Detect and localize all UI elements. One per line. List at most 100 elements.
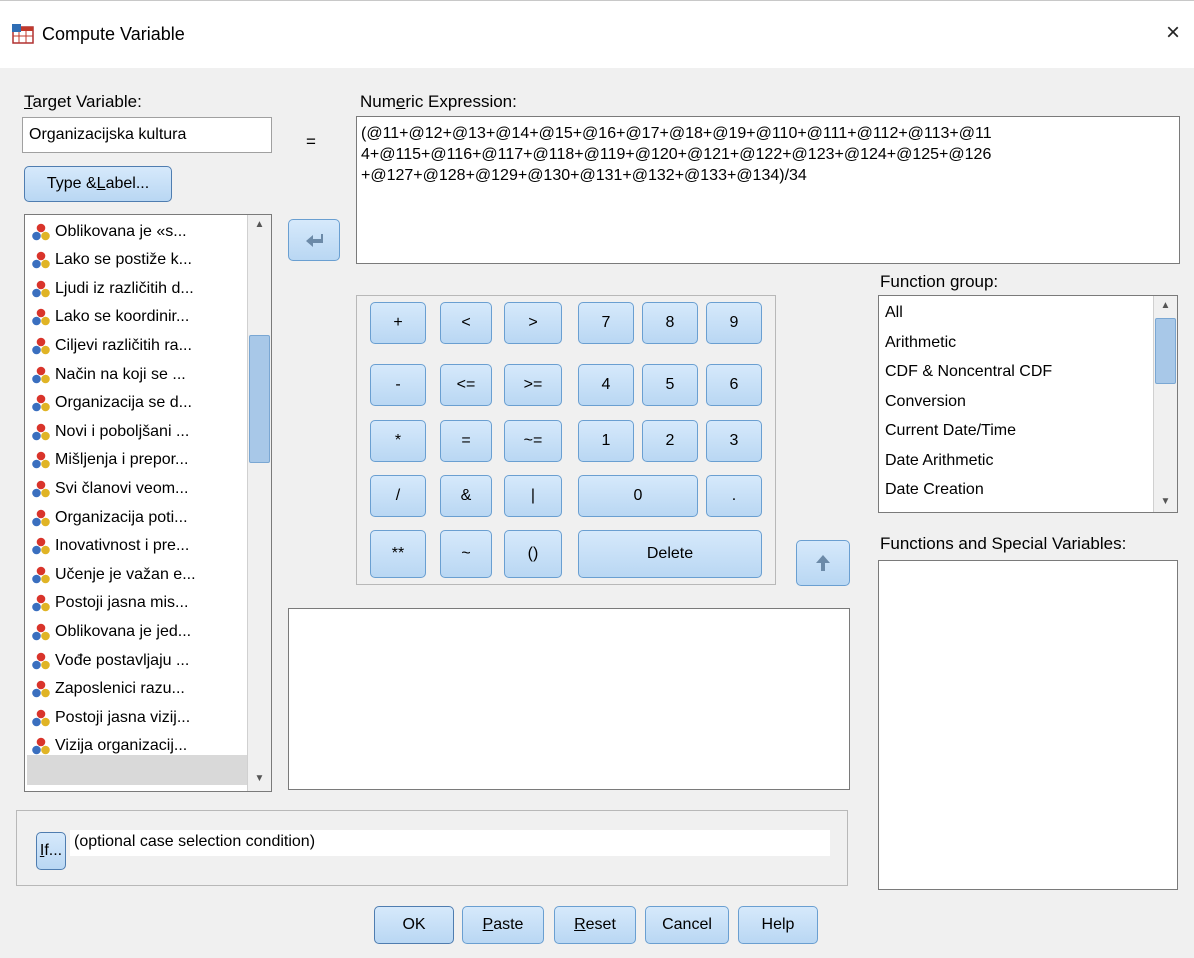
keypad-k0-button[interactable]: 0 [578, 475, 698, 517]
variable-list-scrollbar[interactable]: ▲ ▼ [247, 215, 271, 791]
nominal-variable-icon [31, 736, 51, 756]
numeric-expression-input[interactable]: (@11+@12+@13+@14+@15+@16+@17+@18+@19+@11… [356, 116, 1180, 264]
nominal-variable-icon [31, 508, 51, 528]
if-condition-text: (optional case selection condition) [70, 830, 830, 856]
keypad-le-button[interactable]: <= [440, 364, 492, 406]
scroll-down-arrow-icon[interactable]: ▼ [248, 771, 271, 787]
keypad-pow-button[interactable]: ** [370, 530, 426, 578]
nominal-variable-icon [31, 622, 51, 642]
keypad-mult-button[interactable]: * [370, 420, 426, 462]
variable-label: Ljudi iz različitih d... [55, 279, 194, 297]
variable-list-item[interactable]: Postoji jasna vizij... [31, 703, 190, 732]
cancel-button[interactable]: Cancel [645, 906, 729, 944]
variable-label: Mišljenja i prepor... [55, 451, 189, 469]
keypad-parens-button[interactable]: () [504, 530, 562, 578]
scroll-up-arrow-icon[interactable]: ▲ [1154, 298, 1177, 314]
variable-label: Novi i poboljšani ... [55, 422, 190, 440]
nominal-variable-icon [31, 336, 51, 356]
keypad-k4-button[interactable]: 4 [578, 364, 634, 406]
ok-button[interactable]: OK [374, 906, 454, 944]
keypad-k1-button[interactable]: 1 [578, 420, 634, 462]
variable-list-item[interactable]: Organizacija poti... [31, 503, 188, 532]
variable-list-item[interactable]: Ciljevi različitih ra... [31, 331, 192, 360]
keypad-k2-button[interactable]: 2 [642, 420, 698, 462]
keypad-or-button[interactable]: | [504, 475, 562, 517]
nominal-variable-icon [31, 365, 51, 385]
variable-list-item[interactable]: Mišljenja i prepor... [31, 446, 188, 475]
variable-list-item[interactable]: Inovativnost i pre... [31, 532, 189, 561]
keypad-ne-button[interactable]: ~= [504, 420, 562, 462]
keypad-k7-button[interactable]: 7 [578, 302, 634, 344]
nominal-variable-icon [31, 593, 51, 613]
keypad-k6-button[interactable]: 6 [706, 364, 762, 406]
variable-list-item[interactable]: Oblikovana je jed... [31, 617, 191, 646]
type-label-button[interactable]: Type & Label... [24, 166, 172, 202]
keypad-lt-button[interactable]: < [440, 302, 492, 344]
help-button[interactable]: Help [738, 906, 818, 944]
function-group-item[interactable]: CDF & Noncentral CDF [885, 363, 1052, 381]
variable-list-item[interactable]: Oblikovana je «s... [31, 217, 187, 246]
variable-list-item[interactable]: Lako se postiže k... [31, 246, 192, 275]
variable-list-item[interactable]: Zaposlenici razu... [31, 675, 185, 704]
keypad-k5-button[interactable]: 5 [642, 364, 698, 406]
variable-list-item[interactable]: Način na koji se ... [31, 360, 186, 389]
function-group-item[interactable]: Arithmetic [885, 334, 956, 352]
keypad-eq-button[interactable]: = [440, 420, 492, 462]
scroll-thumb[interactable] [1155, 318, 1176, 384]
function-group-scrollbar[interactable]: ▲ ▼ [1153, 296, 1177, 512]
keypad-k9-button[interactable]: 9 [706, 302, 762, 344]
function-group-item[interactable]: Date Arithmetic [885, 452, 993, 470]
if-button[interactable]: If... [36, 832, 66, 870]
variable-list-item[interactable]: Svi članovi veom... [31, 474, 188, 503]
window-title: Compute Variable [42, 24, 185, 44]
target-variable-input[interactable]: Organizacijska kultura [22, 117, 272, 153]
nominal-variable-icon [31, 708, 51, 728]
nominal-variable-icon [31, 222, 51, 242]
nominal-variable-icon [31, 450, 51, 470]
scroll-thumb[interactable] [249, 335, 270, 463]
variable-label: Postoji jasna mis... [55, 594, 189, 612]
variable-list-item[interactable]: Postoji jasna mis... [31, 589, 188, 618]
function-group-item[interactable]: Date Creation [885, 481, 984, 499]
functions-special-list[interactable] [878, 560, 1178, 890]
scroll-down-arrow-icon[interactable]: ▼ [1154, 494, 1177, 510]
variable-list[interactable]: Oblikovana je «s... Lako se postiže k... L… [24, 214, 272, 792]
keypad-gt-button[interactable]: > [504, 302, 562, 344]
nominal-variable-icon [31, 651, 51, 671]
variable-label: Svi članovi veom... [55, 479, 189, 497]
keypad-div-button[interactable]: / [370, 475, 426, 517]
variable-list-item[interactable]: Ljudi iz različitih d... [31, 274, 194, 303]
variable-label: Lako se postiže k... [55, 251, 192, 269]
function-description-area [288, 608, 850, 790]
keypad-k8-button[interactable]: 8 [642, 302, 698, 344]
target-variable-label: Target Variable: [24, 92, 142, 111]
transfer-function-button[interactable] [796, 540, 850, 586]
transfer-to-expression-button[interactable] [288, 219, 340, 261]
nominal-variable-icon [31, 422, 51, 442]
close-button[interactable]: × [1158, 18, 1188, 48]
keypad-minus-button[interactable]: - [370, 364, 426, 406]
keypad-ge-button[interactable]: >= [504, 364, 562, 406]
variable-list-item[interactable]: Učenje je važan e... [31, 560, 196, 589]
paste-button[interactable]: Paste [462, 906, 544, 944]
scroll-up-arrow-icon[interactable]: ▲ [248, 217, 271, 233]
function-group-item[interactable]: Conversion [885, 393, 966, 411]
function-group-label: Function group: [880, 272, 999, 291]
function-group-item[interactable]: Current Date/Time [885, 422, 1016, 440]
keypad-and-button[interactable]: & [440, 475, 492, 517]
title-divider [0, 0, 1194, 1]
keypad-plus-button[interactable]: + [370, 302, 426, 344]
variable-label: Organizacija poti... [55, 508, 188, 526]
keypad-delete-button[interactable]: Delete [578, 530, 762, 578]
variable-list-item[interactable]: Lako se koordinir... [31, 303, 189, 332]
reset-button[interactable]: Reset [554, 906, 636, 944]
function-group-list[interactable]: All Arithmetic CDF & Noncentral CDF Convers… [878, 295, 1178, 513]
function-group-item[interactable]: All [885, 304, 903, 322]
variable-list-item[interactable]: Vođe postavljaju ... [31, 646, 189, 675]
variable-list-item[interactable]: Novi i poboljšani ... [31, 417, 189, 446]
keypad-k3-button[interactable]: 3 [706, 420, 762, 462]
variable-list-item[interactable]: Organizacija se d... [31, 389, 192, 418]
keypad-not-button[interactable]: ~ [440, 530, 492, 578]
equals-sign: = [306, 132, 316, 151]
keypad-dot-button[interactable]: . [706, 475, 762, 517]
